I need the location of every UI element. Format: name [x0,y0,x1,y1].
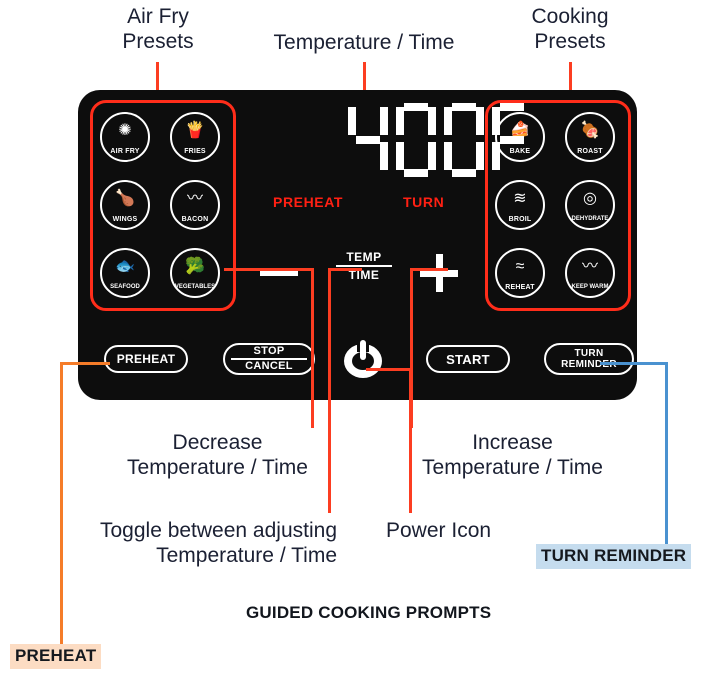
preset-dehydrate[interactable]: ◎ DEHYDRATE [565,180,615,230]
label-power-icon: Power Icon [386,519,492,542]
preset-label: AIR FRY [110,147,140,156]
power-button[interactable] [344,340,382,378]
preheat-indicator: PREHEAT [273,194,344,210]
keep-warm-icon: 〰 [581,258,598,275]
preset-label: FRIES [184,147,206,156]
callout-line-cooking [569,62,572,92]
bacon-icon: 〰 [186,190,203,207]
preset-seafood[interactable]: 🐟 SEAFOOD [100,248,150,298]
preset-label: BACON [181,215,209,224]
turn-indicator: TURN [403,194,445,210]
callout-line-increase-v [410,268,413,428]
guided-cooking-prompts-note: GUIDED COOKING PROMPTS [246,603,492,622]
preset-roast[interactable]: 🍖 ROAST [565,112,615,162]
label-decrease: Decrease Temperature / Time [127,431,308,479]
callout-line-decrease-h [224,268,314,271]
callout-line-power-h [366,368,412,371]
preset-label: VEGETABLES [174,283,216,291]
preset-label: SEAFOOD [110,283,140,291]
turn-label: TURN [574,348,604,359]
display-digit [444,103,484,177]
label-cooking-presets: Cooking Presets [531,5,609,53]
display-readout [348,103,533,181]
preset-label: WINGS [112,215,138,224]
preset-reheat[interactable]: ≈ REHEAT [495,248,545,298]
start-button-label: START [446,351,490,367]
preset-wings[interactable]: 🍗 WINGS [100,180,150,230]
broil-heat-icon: ≋ [513,190,527,207]
callout-line-toggle-v [328,268,331,513]
preset-air-fry[interactable]: ✺ AIR FRY [100,112,150,162]
wings-icon: 🍗 [115,190,135,207]
turn-reminder-button[interactable]: TURN REMINDER [544,343,634,375]
preset-label: ROAST [577,147,603,156]
vegetables-icon: 🥦 [185,258,205,275]
callout-line-preheat-v [60,362,63,646]
callout-line-air-fry [156,62,159,92]
temp-label: TEMP [346,250,382,264]
label-increase: Increase Temperature / Time [422,431,603,479]
fries-icon: 🍟 [185,122,205,139]
chip-turn-reminder: TURN REMINDER [536,544,692,569]
display-digit [492,103,532,177]
callout-line-preheat-h [60,362,110,365]
roast-icon: 🍖 [580,122,600,139]
preset-keep-warm[interactable]: 〰 KEEP WARM [565,248,615,298]
reheat-icon: ≈ [515,258,525,275]
temp-time-divider [336,265,392,267]
label-air-fry-presets: Air Fry Presets [122,5,194,53]
callout-line-turn-h [600,362,668,365]
increase-button[interactable] [420,254,458,292]
display-digit [396,103,436,177]
control-panel: ✺ AIR FRY 🍟 FRIES 🍗 WINGS 〰 BACON 🐟 SEAF… [78,90,637,400]
label-temperature-time: Temperature / Time [273,31,455,54]
preheat-button-label: PREHEAT [116,352,176,366]
preset-label: BROIL [508,215,532,224]
callout-line-turn-v [665,362,668,548]
callout-line-decrease-v [311,268,314,428]
stop-cancel-button[interactable]: STOP CANCEL [223,343,315,375]
fish-icon: 🐟 [115,258,135,275]
preset-broil[interactable]: ≋ BROIL [495,180,545,230]
stop-label: STOP [253,345,285,357]
dehydrate-tray-icon: ◎ [583,190,597,207]
preset-fries[interactable]: 🍟 FRIES [170,112,220,162]
preset-label: DEHYDRATE [571,215,609,223]
chip-preheat: PREHEAT [10,644,102,669]
preset-vegetables[interactable]: 🥦 VEGETABLES [170,248,220,298]
preset-label: KEEP WARM [571,283,609,291]
preset-label: REHEAT [505,283,535,292]
cancel-label: CANCEL [245,360,293,372]
air-fry-fan-icon: ✺ [118,122,132,139]
label-toggle-temp-time: Toggle between adjusting Temperature / T… [99,519,337,567]
preheat-button[interactable]: PREHEAT [104,345,188,373]
preset-bacon[interactable]: 〰 BACON [170,180,220,230]
display-digit [348,103,388,177]
callout-line-increase-h [410,268,448,271]
start-button[interactable]: START [426,345,510,373]
callout-line-toggle-h [328,268,362,271]
callout-line-temp-time [363,62,366,92]
temp-time-toggle[interactable]: TEMP TIME [336,250,392,282]
